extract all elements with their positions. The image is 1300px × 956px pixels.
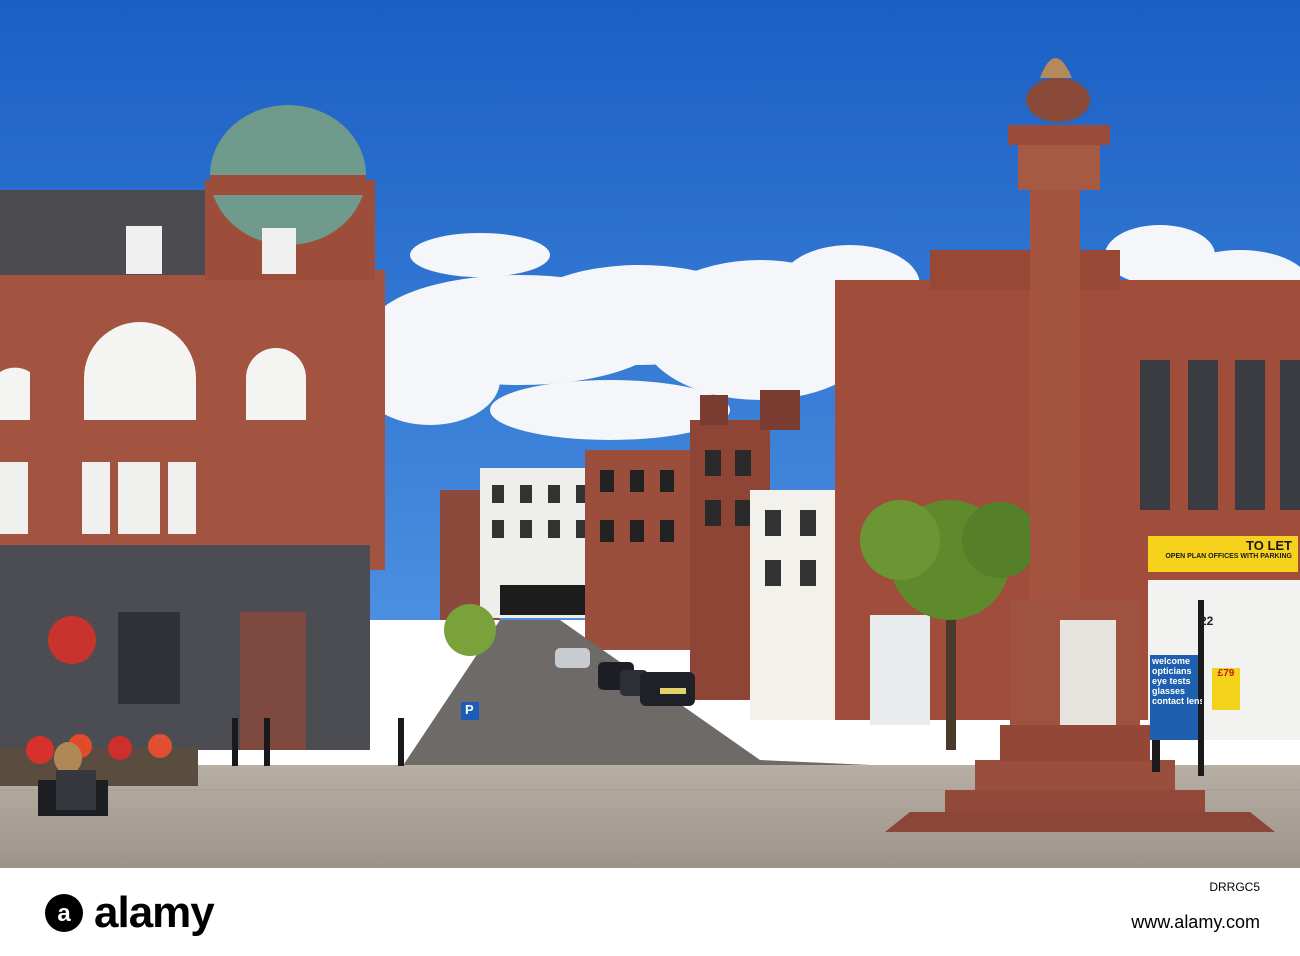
eye-tests-text: eye tests: [1152, 676, 1191, 686]
price-poster: £79: [1212, 668, 1240, 710]
to-let-title: TO LET: [1246, 538, 1292, 553]
image-id: DRRGC5: [1209, 880, 1260, 894]
brand-logo: a alamy: [44, 888, 215, 938]
town-square-scene: [0, 0, 1300, 868]
brand-name: alamy: [94, 888, 215, 937]
opticians-window-sign: welcome opticians eye tests glasses cont…: [1152, 656, 1202, 706]
street-number-sign: 22: [1200, 614, 1213, 628]
alamy-mark-letter: a: [57, 900, 71, 927]
welcome-text: welcome: [1152, 656, 1191, 666]
parking-sign-text: P: [465, 702, 474, 717]
glasses-text: glasses: [1152, 686, 1186, 696]
to-let-sign: TO LET OPEN PLAN OFFICES WITH PARKING: [1148, 536, 1298, 572]
site-url: www.alamy.com: [1131, 912, 1260, 932]
parking-letter: P: [465, 702, 474, 717]
opticians-text: opticians: [1152, 666, 1192, 676]
to-let-subtitle: OPEN PLAN OFFICES WITH PARKING: [1165, 553, 1292, 560]
stock-footer: a alamy DRRGC5 www.alamy.com: [0, 868, 1300, 956]
street-photo: TO LET OPEN PLAN OFFICES WITH PARKING 22…: [0, 0, 1300, 868]
alamy-a-icon: a: [45, 894, 83, 932]
street-number: 22: [1200, 614, 1214, 628]
contact-lenses-text: contact lenses: [1152, 696, 1202, 706]
price-text: £79: [1217, 668, 1235, 679]
